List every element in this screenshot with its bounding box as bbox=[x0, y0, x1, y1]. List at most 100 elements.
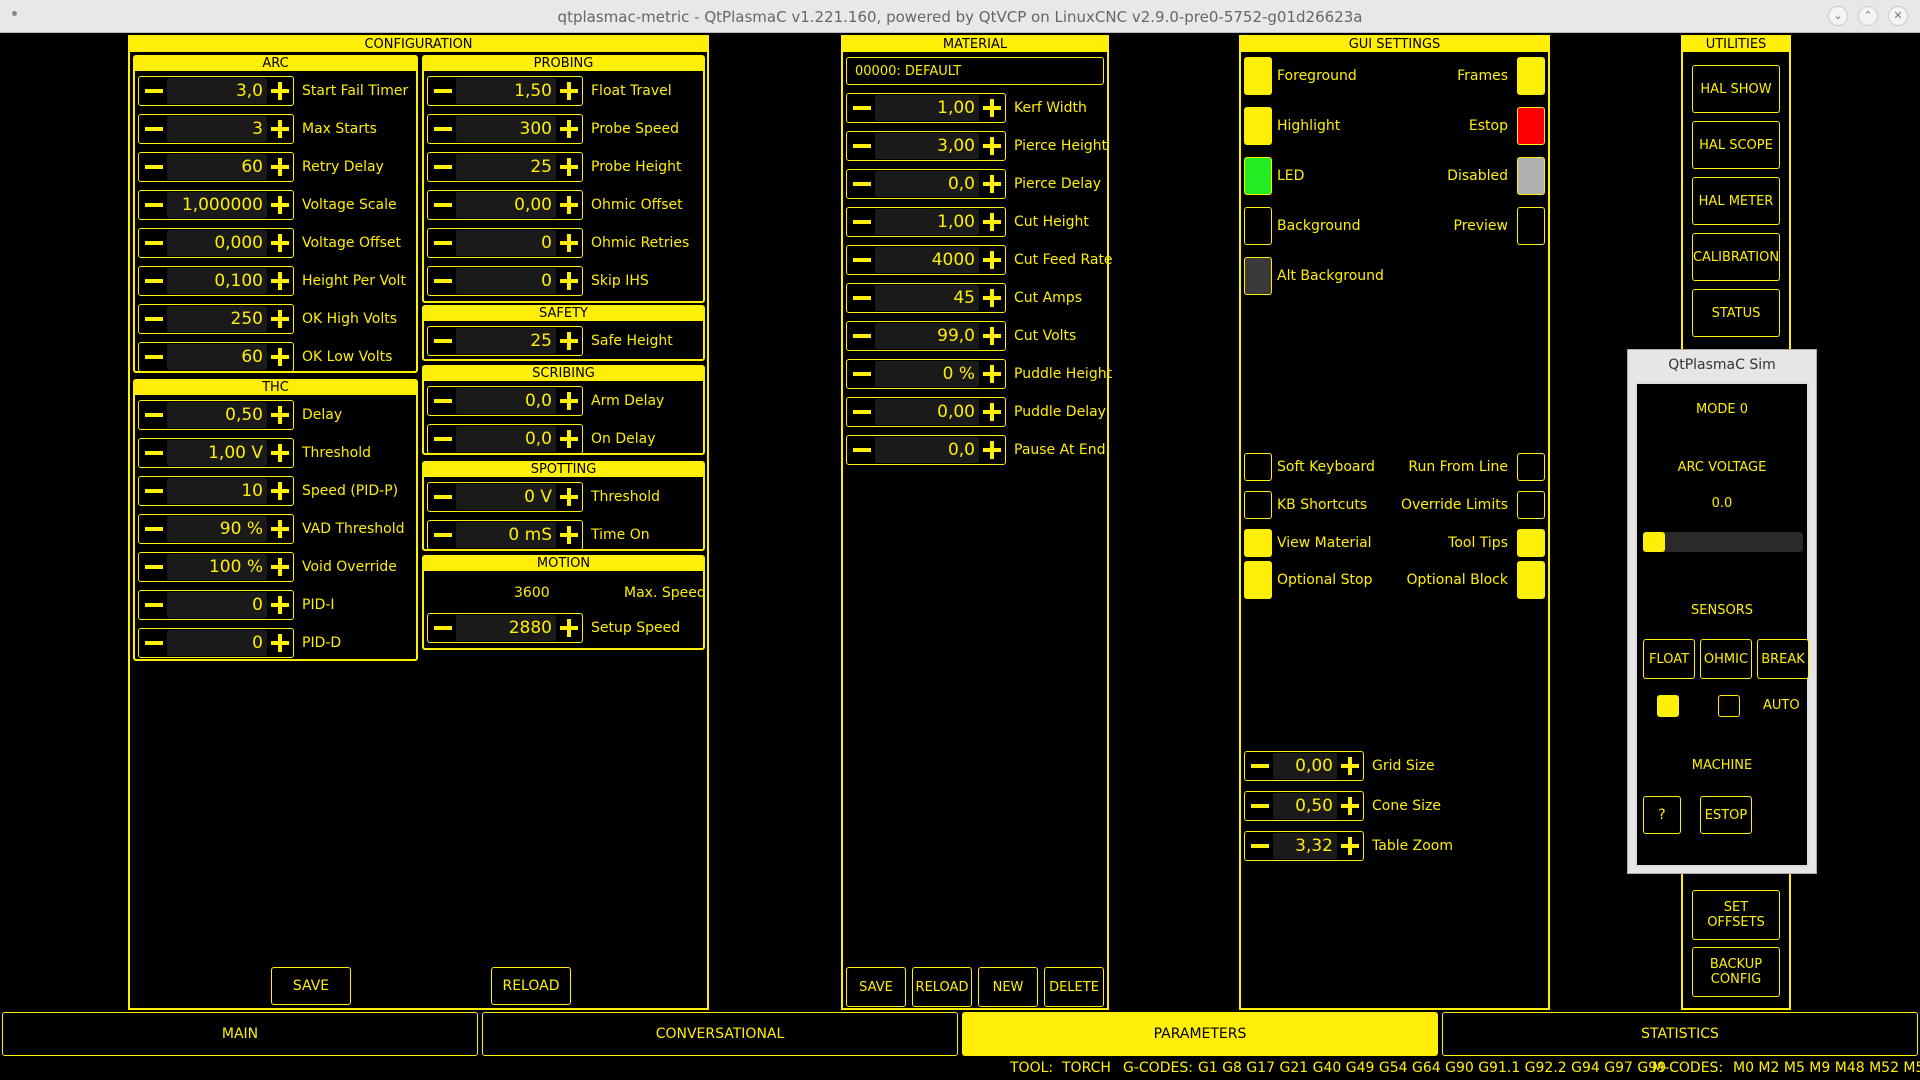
max-starts-value[interactable]: 3 bbox=[167, 116, 267, 142]
minus-icon[interactable] bbox=[849, 285, 875, 311]
voltage-scale-value[interactable]: 1,000000 bbox=[167, 192, 267, 218]
pause-at-end-spinbox[interactable]: 0,0 bbox=[846, 435, 1006, 465]
alt-background-color-swatch[interactable] bbox=[1244, 257, 1272, 295]
float-travel-value[interactable]: 1,50 bbox=[456, 78, 556, 104]
tab-conversational[interactable]: CONVERSATIONAL bbox=[482, 1012, 958, 1056]
kerf-width-spinbox[interactable]: 1,00 bbox=[846, 93, 1006, 123]
probe-speed-spinbox[interactable]: 300 bbox=[427, 114, 583, 144]
plus-icon[interactable] bbox=[556, 484, 582, 510]
plus-icon[interactable] bbox=[1337, 793, 1363, 819]
pause-at-end-value[interactable]: 0,0 bbox=[875, 437, 979, 463]
plus-icon[interactable] bbox=[979, 133, 1005, 159]
hal-show-button[interactable]: HAL SHOW bbox=[1692, 65, 1780, 113]
void-override-spinbox[interactable]: 100 % bbox=[138, 552, 294, 582]
minus-icon[interactable] bbox=[849, 133, 875, 159]
plus-icon[interactable] bbox=[267, 630, 293, 656]
disabled-color-swatch[interactable] bbox=[1517, 157, 1545, 195]
puddle-height-spinbox[interactable]: 0 % bbox=[846, 359, 1006, 389]
highlight-color-swatch[interactable] bbox=[1244, 107, 1272, 145]
background-color-swatch[interactable] bbox=[1244, 207, 1272, 245]
plus-icon[interactable] bbox=[979, 437, 1005, 463]
plus-icon[interactable] bbox=[267, 440, 293, 466]
optional-stop-checkbox[interactable] bbox=[1244, 561, 1272, 599]
minus-icon[interactable] bbox=[141, 268, 167, 294]
minus-icon[interactable] bbox=[430, 615, 456, 641]
puddle-delay-spinbox[interactable]: 0,00 bbox=[846, 397, 1006, 427]
plus-icon[interactable] bbox=[556, 426, 582, 452]
slider-handle[interactable] bbox=[1643, 532, 1665, 552]
speed-pid-p-spinbox[interactable]: 10 bbox=[138, 476, 294, 506]
minus-icon[interactable] bbox=[1247, 833, 1273, 859]
minus-icon[interactable] bbox=[430, 522, 456, 548]
override-limits-checkbox[interactable] bbox=[1517, 491, 1545, 519]
minus-icon[interactable] bbox=[849, 209, 875, 235]
table-zoom-spinbox[interactable]: 3,32 bbox=[1244, 831, 1364, 861]
threshold-value[interactable]: 0 V bbox=[456, 484, 556, 510]
ok-low-volts-spinbox[interactable]: 60 bbox=[138, 342, 294, 372]
minus-icon[interactable] bbox=[849, 247, 875, 273]
voltage-offset-spinbox[interactable]: 0,000 bbox=[138, 228, 294, 258]
plus-icon[interactable] bbox=[1337, 833, 1363, 859]
minus-icon[interactable] bbox=[430, 154, 456, 180]
start-fail-timer-value[interactable]: 3,0 bbox=[167, 78, 267, 104]
config-save-button[interactable]: SAVE bbox=[271, 967, 351, 1005]
minus-icon[interactable] bbox=[430, 192, 456, 218]
plus-icon[interactable] bbox=[979, 209, 1005, 235]
config-reload-button[interactable]: RELOAD bbox=[491, 967, 571, 1005]
minus-icon[interactable] bbox=[1247, 753, 1273, 779]
ok-high-volts-spinbox[interactable]: 250 bbox=[138, 304, 294, 334]
sim-estop-button[interactable]: ESTOP bbox=[1700, 796, 1752, 834]
plus-icon[interactable] bbox=[979, 323, 1005, 349]
minus-icon[interactable] bbox=[430, 484, 456, 510]
plus-icon[interactable] bbox=[979, 247, 1005, 273]
max-starts-spinbox[interactable]: 3 bbox=[138, 114, 294, 144]
on-delay-value[interactable]: 0,0 bbox=[456, 426, 556, 452]
ok-high-volts-value[interactable]: 250 bbox=[167, 306, 267, 332]
minus-icon[interactable] bbox=[141, 402, 167, 428]
plus-icon[interactable] bbox=[979, 399, 1005, 425]
arc-voltage-slider[interactable] bbox=[1643, 532, 1803, 552]
cut-volts-value[interactable]: 99,0 bbox=[875, 323, 979, 349]
minus-icon[interactable] bbox=[141, 192, 167, 218]
plus-icon[interactable] bbox=[979, 171, 1005, 197]
plus-icon[interactable] bbox=[267, 116, 293, 142]
plus-icon[interactable] bbox=[267, 516, 293, 542]
ohmic-offset-spinbox[interactable]: 0,00 bbox=[427, 190, 583, 220]
plus-icon[interactable] bbox=[267, 402, 293, 428]
height-per-volt-value[interactable]: 0,100 bbox=[167, 268, 267, 294]
plus-icon[interactable] bbox=[556, 615, 582, 641]
cut-amps-spinbox[interactable]: 45 bbox=[846, 283, 1006, 313]
setup-speed-spinbox[interactable]: 2880 bbox=[427, 613, 583, 643]
cut-feed-rate-value[interactable]: 4000 bbox=[875, 247, 979, 273]
optional-block-checkbox[interactable] bbox=[1517, 561, 1545, 599]
backup-config-button[interactable]: BACKUP CONFIG bbox=[1692, 947, 1780, 997]
skip-ihs-value[interactable]: 0 bbox=[456, 268, 556, 294]
calibration-button[interactable]: CALIBRATION bbox=[1692, 233, 1780, 281]
sensor-check-1[interactable] bbox=[1657, 695, 1679, 717]
view-material-checkbox[interactable] bbox=[1244, 529, 1272, 557]
pierce-delay-spinbox[interactable]: 0,0 bbox=[846, 169, 1006, 199]
height-per-volt-spinbox[interactable]: 0,100 bbox=[138, 266, 294, 296]
safe-height-value[interactable]: 25 bbox=[456, 328, 556, 354]
plus-icon[interactable] bbox=[267, 268, 293, 294]
pid-i-value[interactable]: 0 bbox=[167, 592, 267, 618]
cut-amps-value[interactable]: 45 bbox=[875, 285, 979, 311]
retry-delay-value[interactable]: 60 bbox=[167, 154, 267, 180]
time-on-value[interactable]: 0 mS bbox=[456, 522, 556, 548]
maximize-icon[interactable]: ⌃ bbox=[1858, 6, 1878, 26]
setup-speed-value[interactable]: 2880 bbox=[456, 615, 556, 641]
status-button[interactable]: STATUS bbox=[1692, 289, 1780, 337]
minus-icon[interactable] bbox=[141, 630, 167, 656]
minus-icon[interactable] bbox=[1247, 793, 1273, 819]
minus-icon[interactable] bbox=[430, 268, 456, 294]
threshold-spinbox[interactable]: 1,00 V bbox=[138, 438, 294, 468]
plus-icon[interactable] bbox=[267, 344, 293, 370]
plus-icon[interactable] bbox=[556, 192, 582, 218]
cut-volts-spinbox[interactable]: 99,0 bbox=[846, 321, 1006, 351]
minus-icon[interactable] bbox=[141, 230, 167, 256]
speed-pid-p-value[interactable]: 10 bbox=[167, 478, 267, 504]
minus-icon[interactable] bbox=[141, 78, 167, 104]
close-icon[interactable]: ✕ bbox=[1888, 6, 1908, 26]
break-button[interactable]: BREAK bbox=[1757, 639, 1809, 679]
material-reload-button[interactable]: RELOAD bbox=[912, 967, 972, 1007]
